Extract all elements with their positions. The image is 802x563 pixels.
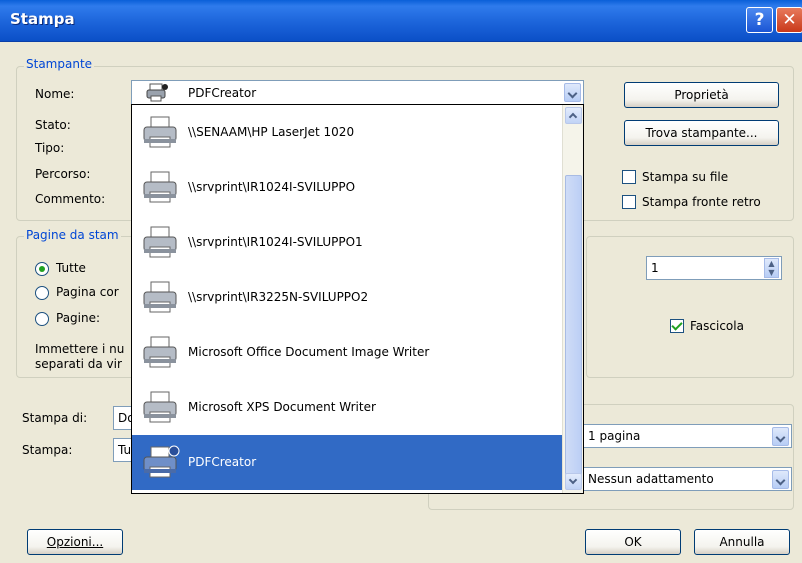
print-what-label: Stampa di: <box>22 411 88 425</box>
chevron-down-icon[interactable] <box>772 427 789 446</box>
printer-icon <box>143 336 177 368</box>
print-to-file-label: Stampa su file <box>642 170 729 184</box>
printer-dropdown-list[interactable]: \\SENAAM\HP LaserJet 1020 \\srvprint\IR10… <box>131 104 584 494</box>
printer-group-title: Stampante <box>24 57 95 71</box>
dropdown-scrollbar[interactable] <box>562 105 583 493</box>
printer-list-item[interactable]: Microsoft Office Document Image Writer <box>132 325 562 380</box>
window-title: Stampa <box>10 10 75 28</box>
name-label: Nome: <box>35 87 75 101</box>
printer-list-item[interactable]: PDFCreator <box>132 435 562 490</box>
print-mode-label: Stampa: <box>22 443 73 457</box>
printer-list-item[interactable]: \\srvprint\IR1024I-SVILUPPO <box>132 160 562 215</box>
printer-icon <box>143 116 177 148</box>
printer-list-item-label: \\srvprint\IR3225N-SVILUPPO2 <box>188 290 369 304</box>
printer-list-item[interactable]: \\srvprint\IR1024I-SVILUPPO1 <box>132 215 562 270</box>
find-printer-button[interactable]: Trova stampante... <box>624 120 779 146</box>
current-page-label: Pagina cor <box>56 285 119 299</box>
chevron-down-icon[interactable] <box>772 470 789 489</box>
chevron-down-icon <box>568 475 578 485</box>
printer-icon <box>143 171 177 203</box>
status-label: Stato: <box>35 118 71 132</box>
printer-icon <box>143 281 177 313</box>
options-button-label: Opzioni... <box>46 535 104 549</box>
pages-per-sheet-value: 1 pagina <box>588 429 641 443</box>
scroll-up-button[interactable] <box>565 107 582 124</box>
close-button[interactable]: ✕ <box>776 7 802 33</box>
duplex-label: Stampa fronte retro <box>642 195 761 209</box>
printer-list-item-label: \\srvprint\IR1024I-SVILUPPO1 <box>188 235 363 249</box>
ok-button[interactable]: OK <box>585 529 681 555</box>
properties-button-label: Proprietà <box>674 88 729 102</box>
cancel-button[interactable]: Annulla <box>694 529 790 555</box>
printer-name-select[interactable]: PDFCreator <box>131 80 584 106</box>
page-range-radio[interactable] <box>35 312 49 326</box>
close-icon: ✕ <box>782 10 797 30</box>
printer-icon <box>143 391 177 423</box>
duplex-checkbox[interactable] <box>622 195 636 209</box>
printer-icon <box>143 226 177 258</box>
printer-list-item-label: Microsoft Office Document Image Writer <box>188 345 430 359</box>
chevron-down-icon[interactable] <box>564 83 581 102</box>
scroll-thumb[interactable] <box>565 175 582 475</box>
path-label: Percorso: <box>35 167 91 181</box>
copies-spinner[interactable]: 1 ▲ ▼ <box>646 256 782 280</box>
pages-hint-line1: Immettere i nu <box>35 342 125 356</box>
scale-value: Nessun adattamento <box>588 472 714 486</box>
properties-button[interactable]: Proprietà <box>624 82 779 108</box>
all-pages-radio[interactable] <box>35 262 49 276</box>
print-mode-value: Tu <box>118 443 132 457</box>
printer-name-value: PDFCreator <box>188 86 257 100</box>
printer-icon <box>146 83 168 102</box>
collate-checkbox[interactable] <box>670 319 684 333</box>
printer-list-item-label: \\SENAAM\HP LaserJet 1020 <box>188 125 355 139</box>
pages-per-sheet-select[interactable]: 1 pagina <box>583 424 792 448</box>
printer-list-item-label: \\srvprint\IR1024I-SVILUPPO <box>188 180 356 194</box>
help-button[interactable]: ? <box>746 7 773 33</box>
pages-hint-line2: separati da vir <box>35 357 122 371</box>
comment-label: Commento: <box>35 192 106 206</box>
printer-list-item[interactable]: Microsoft XPS Document Writer <box>132 380 562 435</box>
options-button[interactable]: Opzioni... <box>27 529 123 555</box>
type-label: Tipo: <box>35 141 65 155</box>
printer-icon <box>143 445 180 478</box>
spinner-icon[interactable]: ▲ ▼ <box>764 258 779 278</box>
collate-label: Fascicola <box>690 319 744 333</box>
printer-list-item[interactable]: \\srvprint\IR3225N-SVILUPPO2 <box>132 270 562 325</box>
help-icon: ? <box>754 10 765 30</box>
printer-list-item-label: PDFCreator <box>188 455 257 469</box>
all-pages-label: Tutte <box>56 261 86 275</box>
print-to-file-checkbox[interactable] <box>622 170 636 184</box>
pages-group-title: Pagine da stam <box>24 228 121 242</box>
scale-select[interactable]: Nessun adattamento <box>583 467 792 491</box>
title-bar: Stampa ? ✕ <box>0 0 802 42</box>
ok-button-label: OK <box>624 535 642 549</box>
page-range-label: Pagine: <box>56 311 101 325</box>
cancel-button-label: Annulla <box>719 535 765 549</box>
scroll-down-button[interactable] <box>565 473 582 490</box>
current-page-radio[interactable] <box>35 286 49 300</box>
printer-list-item-label: Microsoft XPS Document Writer <box>188 400 376 414</box>
chevron-up-icon <box>568 112 578 122</box>
copies-value: 1 <box>651 261 659 275</box>
find-printer-button-label: Trova stampante... <box>645 126 758 140</box>
printer-list-item[interactable]: \\SENAAM\HP LaserJet 1020 <box>132 105 562 160</box>
